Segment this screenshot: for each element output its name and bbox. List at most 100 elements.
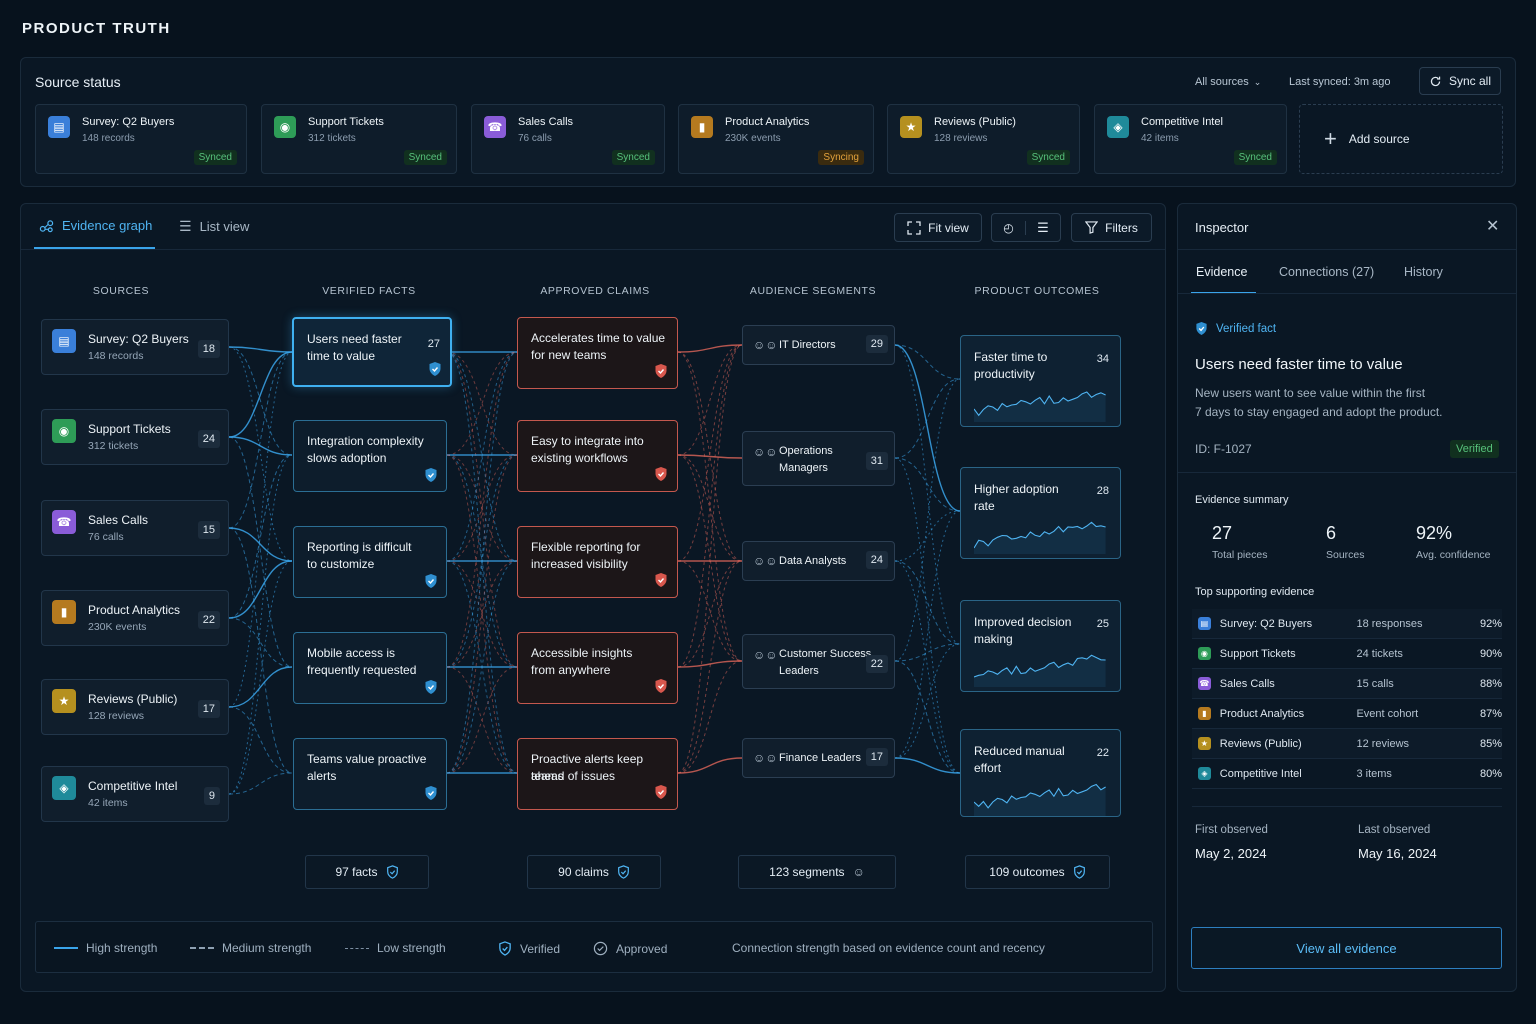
shield-check-icon xyxy=(428,361,442,377)
source-status-panel: Source status All sources ⌄ Last synced:… xyxy=(20,57,1516,187)
divider xyxy=(1178,249,1516,250)
source-node-sub: 312 tickets xyxy=(88,440,139,452)
source-node-name: Competitive Intel xyxy=(88,779,178,793)
refresh-icon xyxy=(1430,76,1441,86)
stat-label: Sources xyxy=(1326,549,1365,561)
claim-node[interactable]: Accelerates time to value for new teams xyxy=(517,317,678,389)
connection-edge xyxy=(894,560,961,645)
source-node[interactable]: ▮ Product Analytics 230K events 22 xyxy=(41,590,229,646)
all-sources-dropdown[interactable]: All sources ⌄ xyxy=(1195,76,1261,88)
top-evidence-title: Top supporting evidence xyxy=(1195,586,1315,598)
source-card[interactable]: ◈ Competitive Intel 42 items Synced xyxy=(1094,104,1287,174)
fact-node[interactable]: Users need faster time to value 27 xyxy=(292,317,452,387)
fact-node[interactable]: Teams value proactive alerts xyxy=(293,738,447,810)
evidence-source: Sales Calls xyxy=(1219,677,1275,690)
source-card[interactable]: ▮ Product Analytics 230K events Syncing xyxy=(678,104,874,174)
source-node[interactable]: ☎ Sales Calls 76 calls 15 xyxy=(41,500,229,556)
fact-node[interactable]: Mobile access is frequently requested xyxy=(293,632,447,704)
inspector-desc-2: 7 days to stay engaged and adopt the pro… xyxy=(1195,405,1443,419)
tab-connections[interactable]: Connections (27) xyxy=(1279,265,1374,279)
count-badge: 28 xyxy=(1096,485,1109,497)
outcome-node[interactable]: Reduced manual effort 22 xyxy=(960,729,1121,817)
outcome-node-line1: Faster time to xyxy=(974,350,1048,364)
audience-node[interactable]: ☺☺ IT Directors 29 xyxy=(742,325,895,365)
connection-edge xyxy=(446,351,518,562)
source-card[interactable]: ☎ Sales Calls 76 calls Synced xyxy=(471,104,665,174)
users-icon: ☺☺ xyxy=(753,338,778,352)
source-card[interactable]: ★ Reviews (Public) 128 reviews Synced xyxy=(887,104,1080,174)
shield-check-icon xyxy=(617,865,629,879)
source-node-name: Sales Calls xyxy=(88,513,149,527)
count-badge: 15 xyxy=(197,521,220,539)
outcome-node-line1: Reduced manual xyxy=(974,744,1065,758)
source-node[interactable]: ★ Reviews (Public) 128 reviews 17 xyxy=(41,679,229,735)
status-badge: Synced xyxy=(611,150,655,165)
count-badge: 25 xyxy=(1096,618,1109,630)
legend-high: High strength xyxy=(54,941,157,955)
tab-history[interactable]: History xyxy=(1404,265,1443,279)
connection-edge xyxy=(446,351,518,668)
connection-edge xyxy=(228,527,293,774)
sync-all-button[interactable]: Sync all xyxy=(1419,67,1501,95)
outcomes-total: 109 outcomes xyxy=(965,855,1110,889)
status-badge: Syncing xyxy=(818,150,864,165)
shield-check-icon xyxy=(424,573,438,589)
evidence-source: Survey: Q2 Buyers xyxy=(1219,617,1313,630)
audience-node[interactable]: ☺☺ Finance Leaders 17 xyxy=(742,738,895,778)
shield-check-icon xyxy=(654,363,668,379)
claim-node[interactable]: Flexible reporting for increased visibil… xyxy=(517,526,678,598)
claim-node[interactable]: Accessible insights from anywhere xyxy=(517,632,678,704)
source-card-sub: 42 items xyxy=(1141,133,1179,144)
evidence-row[interactable]: ▤ Survey: Q2 Buyers 18 responses 92% xyxy=(1192,609,1502,639)
evidence-row[interactable]: ◉ Support Tickets 24 tickets 90% xyxy=(1192,639,1502,669)
shield-check-icon xyxy=(654,572,668,588)
tab-evidence[interactable]: Evidence xyxy=(1196,265,1247,279)
evidence-row[interactable]: ◈ Competitive Intel 3 items 80% xyxy=(1192,759,1502,789)
connection-edge xyxy=(228,560,293,795)
evidence-confidence: 87% xyxy=(1479,707,1502,720)
outcome-node[interactable]: Higher adoption rate 28 xyxy=(960,467,1121,559)
outcome-node[interactable]: Improved decision making 25 xyxy=(960,600,1121,692)
source-card[interactable]: ◉ Support Tickets 312 tickets Synced xyxy=(261,104,457,174)
view-all-evidence-button[interactable]: View all evidence xyxy=(1191,927,1502,969)
legend-note: Connection strength based on evidence co… xyxy=(732,941,1045,955)
users-icon: ☺☺ xyxy=(753,445,778,459)
connection-edge xyxy=(677,344,743,668)
chevron-down-icon: ⌄ xyxy=(1253,76,1262,87)
evidence-row[interactable]: ★ Reviews (Public) 12 reviews 85% xyxy=(1192,729,1502,759)
evidence-row[interactable]: ▮ Product Analytics Event cohort 87% xyxy=(1192,699,1502,729)
count-badge: 29 xyxy=(865,335,888,353)
audience-node[interactable]: ☺☺ Data Analysts 24 xyxy=(742,541,895,581)
legend-approved: Approved xyxy=(593,941,667,956)
source-card-name: Reviews (Public) xyxy=(934,116,1016,128)
claim-node[interactable]: Proactive alerts keep teams ahead of iss… xyxy=(517,738,678,810)
audience-node[interactable]: ☺☺ Operations Managers 31 xyxy=(742,431,895,486)
fact-node[interactable]: Reporting is difficult to customize xyxy=(293,526,447,598)
inspector-desc-1: New users want to see value within the f… xyxy=(1195,386,1426,400)
source-node-sub: 148 records xyxy=(88,350,144,362)
source-node[interactable]: ◉ Support Tickets 312 tickets 24 xyxy=(41,409,229,465)
source-node-sub: 230K events xyxy=(88,621,147,633)
claim-node[interactable]: Easy to integrate into existing workflow… xyxy=(517,420,678,492)
source-card[interactable]: ▤ Survey: Q2 Buyers 148 records Synced xyxy=(35,104,247,174)
source-node-sub: 128 reviews xyxy=(88,710,145,722)
phone-icon: ☎ xyxy=(52,510,76,534)
evidence-row[interactable]: ☎ Sales Calls 15 calls 88% xyxy=(1192,669,1502,699)
add-source-button[interactable]: + Add source xyxy=(1299,104,1503,174)
outcome-node[interactable]: Faster time to productivity 34 xyxy=(960,335,1121,427)
legend-low: Low strength xyxy=(345,941,446,955)
star-icon: ★ xyxy=(52,689,76,713)
connection-edge xyxy=(894,643,961,759)
fact-node[interactable]: Integration complexity slows adoption xyxy=(293,420,447,492)
source-card-name: Product Analytics xyxy=(725,116,810,128)
source-node[interactable]: ▤ Survey: Q2 Buyers 148 records 18 xyxy=(41,319,229,375)
source-node[interactable]: ◈ Competitive Intel 42 items 9 xyxy=(41,766,229,822)
status-badge: Synced xyxy=(193,150,237,165)
audience-node[interactable]: ☺☺ Customer Success Leaders 22 xyxy=(742,634,895,689)
stat-value: 27 xyxy=(1212,523,1233,543)
claim-node-line2: increased visibility xyxy=(531,557,628,571)
connection-edge xyxy=(446,454,518,562)
outcome-node-line1: Higher adoption xyxy=(974,482,1059,496)
close-icon[interactable]: ✕ xyxy=(1486,216,1499,236)
stat-value: 92% xyxy=(1416,523,1453,543)
